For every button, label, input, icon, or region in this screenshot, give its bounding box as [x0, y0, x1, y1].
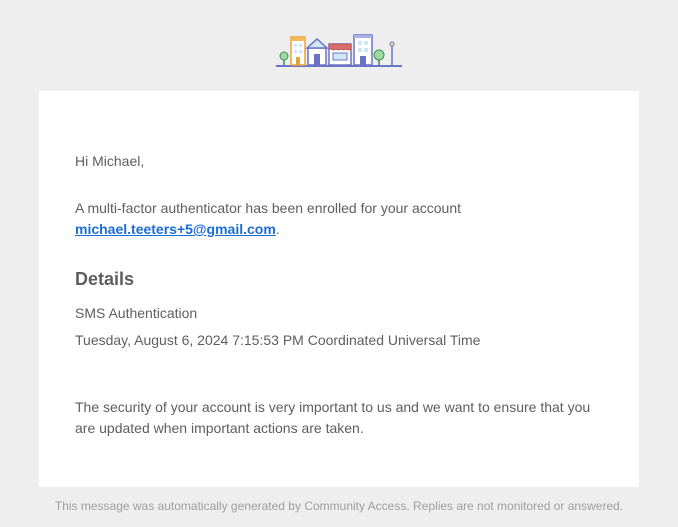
timestamp-text: Tuesday, August 6, 2024 7:15:53 PM Coord…	[75, 330, 603, 351]
enrolled-text-before: A multi-factor authenticator has been en…	[75, 200, 461, 216]
logo-container	[0, 20, 678, 91]
email-card: Hi Michael, A multi-factor authenticator…	[39, 91, 639, 487]
auth-method-text: SMS Authentication	[75, 303, 603, 324]
enrollment-paragraph: A multi-factor authenticator has been en…	[75, 198, 603, 240]
greeting-text: Hi Michael,	[75, 151, 603, 172]
community-houses-logo-icon	[274, 28, 404, 70]
account-email-link[interactable]: michael.teeters+5@gmail.com	[75, 221, 276, 237]
security-note-text: The security of your account is very imp…	[75, 397, 603, 439]
footer-text: This message was automatically generated…	[39, 499, 639, 513]
details-heading: Details	[75, 266, 603, 293]
enrolled-text-after: .	[276, 221, 280, 237]
